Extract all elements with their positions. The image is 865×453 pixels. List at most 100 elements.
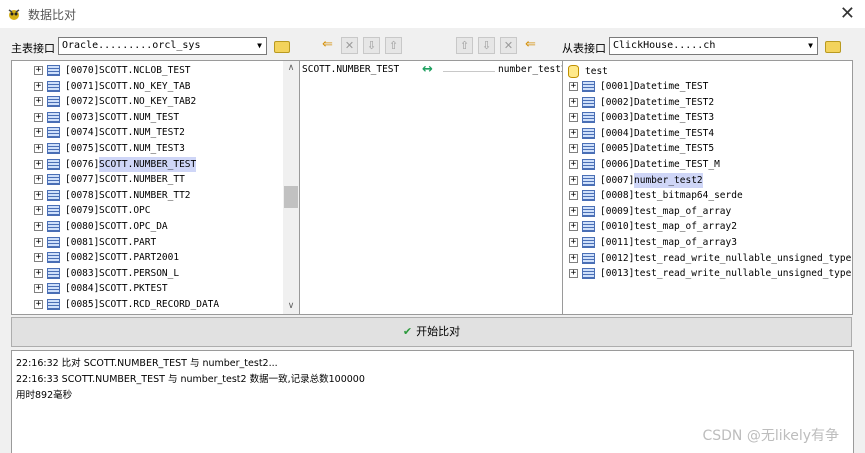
table-id: [0075]: [65, 143, 100, 154]
move-up-icon[interactable]: ⇧: [456, 37, 473, 54]
table-id: [0004]: [600, 127, 635, 139]
expand-icon[interactable]: +: [34, 253, 43, 263]
delete-icon[interactable]: ✕: [500, 37, 517, 54]
expand-icon[interactable]: +: [34, 81, 43, 91]
table-id: [0084]: [65, 283, 100, 295]
expand-icon[interactable]: +: [34, 97, 43, 107]
move-down-icon[interactable]: ⇩: [363, 37, 380, 54]
start-compare-button[interactable]: ✔ 开始比对: [11, 317, 852, 347]
expand-icon[interactable]: +: [34, 144, 43, 153]
table-icon: [582, 268, 595, 280]
table-icon: [47, 65, 60, 76]
expand-icon[interactable]: +: [569, 175, 578, 185]
table-name: test_read_write_nullable_unsigned_types: [634, 252, 853, 264]
table-id: [0012]: [600, 252, 635, 264]
expand-icon[interactable]: +: [34, 175, 43, 185]
right-table-tree[interactable]: test + [0001] Datetime_TEST + [0002] Datetime…: [562, 60, 853, 315]
scroll-thumb[interactable]: [284, 186, 298, 208]
expand-icon[interactable]: +: [569, 160, 578, 169]
table-id: [0079]: [65, 205, 100, 217]
table-icon: [582, 112, 595, 124]
scroll-up-icon[interactable]: ∧: [283, 63, 299, 73]
master-value: Oracle.........orcl_sys: [62, 40, 201, 51]
expand-icon[interactable]: +: [34, 222, 43, 231]
table-name: SCOTT.NUM_TEST: [99, 111, 180, 123]
master-interface-select[interactable]: Oracle.........orcl_sys ▼: [58, 37, 267, 55]
table-icon: [47, 127, 60, 139]
table-name: test_map_of_array2: [634, 221, 737, 233]
table-icon: [582, 159, 595, 170]
map-left-icon[interactable]: ⇐: [319, 37, 336, 54]
open-folder-icon[interactable]: [825, 41, 841, 53]
expand-icon[interactable]: +: [569, 191, 578, 201]
table-id: [0003]: [600, 112, 635, 124]
table-icon: [582, 190, 595, 202]
expand-icon[interactable]: +: [34, 284, 43, 294]
table-id: [0083]: [65, 267, 100, 279]
expand-icon[interactable]: +: [569, 222, 578, 232]
expand-icon[interactable]: +: [569, 128, 578, 138]
slave-value: ClickHouse.....ch: [613, 40, 716, 51]
table-id: [0001]: [600, 81, 635, 92]
expand-icon[interactable]: +: [569, 206, 578, 216]
table-name: test_read_write_nullable_unsigned_types2: [634, 268, 853, 280]
expand-icon[interactable]: +: [34, 159, 43, 169]
table-icon: [47, 189, 60, 201]
expand-icon[interactable]: +: [569, 144, 578, 154]
window-title: 数据比对: [28, 8, 77, 22]
delete-icon[interactable]: ✕: [341, 37, 358, 54]
expand-icon[interactable]: +: [34, 237, 43, 247]
expand-icon[interactable]: +: [569, 97, 578, 107]
table-name: Datetime_TEST4: [634, 127, 715, 139]
table-name: number_test2: [634, 172, 703, 188]
expand-icon[interactable]: +: [569, 269, 578, 279]
table-id: [0008]: [600, 190, 635, 202]
mapping-panel[interactable]: SCOTT.NUMBER_TEST ↔ number_test2: [300, 60, 562, 315]
table-name: Datetime_TEST: [634, 81, 709, 92]
left-table-tree[interactable]: + [0070] SCOTT.NCLOB_TEST + [0071] SCOTT.NO_K…: [11, 60, 300, 315]
table-icon: [582, 81, 595, 92]
table-id: [0078]: [65, 189, 100, 201]
log-line: 用时892毫秒: [16, 390, 73, 401]
move-down-icon[interactable]: ⇩: [478, 37, 495, 54]
expand-icon[interactable]: +: [569, 238, 578, 247]
log-line: 22:16:33 SCOTT.NUMBER_TEST 与 number_test…: [16, 374, 365, 385]
table-name: test_map_of_array3: [634, 237, 737, 248]
expand-icon[interactable]: +: [569, 82, 578, 91]
table-id: [0076]: [65, 158, 100, 170]
table-name: SCOTT.OPC_DA: [99, 221, 168, 232]
table-icon: [47, 96, 60, 108]
table-id: [0009]: [600, 205, 635, 217]
table-name: test_map_of_array: [634, 205, 732, 217]
expand-icon[interactable]: +: [34, 66, 43, 75]
expand-icon[interactable]: +: [569, 113, 578, 123]
map-right-icon[interactable]: ⇐: [522, 37, 539, 54]
table-id: [0006]: [600, 159, 635, 170]
table-id: [0080]: [65, 221, 100, 232]
table-id: [0010]: [600, 221, 635, 233]
left-scrollbar[interactable]: ∧ ∨: [283, 61, 299, 314]
table-icon: [582, 127, 595, 139]
move-up-icon[interactable]: ⇧: [385, 37, 402, 54]
expand-icon[interactable]: +: [34, 190, 43, 200]
tree-root-label[interactable]: test: [585, 64, 608, 79]
table-icon: [47, 80, 60, 92]
expand-icon[interactable]: +: [569, 253, 578, 263]
log-output[interactable]: 22:16:32 比对 SCOTT.NUMBER_TEST 与 number_t…: [11, 350, 854, 453]
table-id: [0073]: [65, 111, 100, 123]
expand-icon[interactable]: +: [34, 206, 43, 216]
close-icon[interactable]: ✕: [840, 3, 855, 24]
expand-icon[interactable]: +: [34, 300, 43, 309]
table-name: SCOTT.PART2001: [99, 252, 180, 264]
expand-icon[interactable]: +: [34, 112, 43, 122]
expand-icon[interactable]: +: [34, 268, 43, 278]
table-name: SCOTT.PKTEST: [99, 283, 168, 295]
slave-interface-select[interactable]: ClickHouse.....ch ▼: [609, 37, 818, 55]
table-icon: [582, 96, 595, 108]
table-id: [0077]: [65, 174, 100, 186]
table-id: [0082]: [65, 252, 100, 264]
open-folder-icon[interactable]: [274, 41, 290, 53]
expand-icon[interactable]: +: [34, 128, 43, 138]
scroll-down-icon[interactable]: ∨: [283, 301, 299, 311]
table-id: [0013]: [600, 268, 635, 280]
